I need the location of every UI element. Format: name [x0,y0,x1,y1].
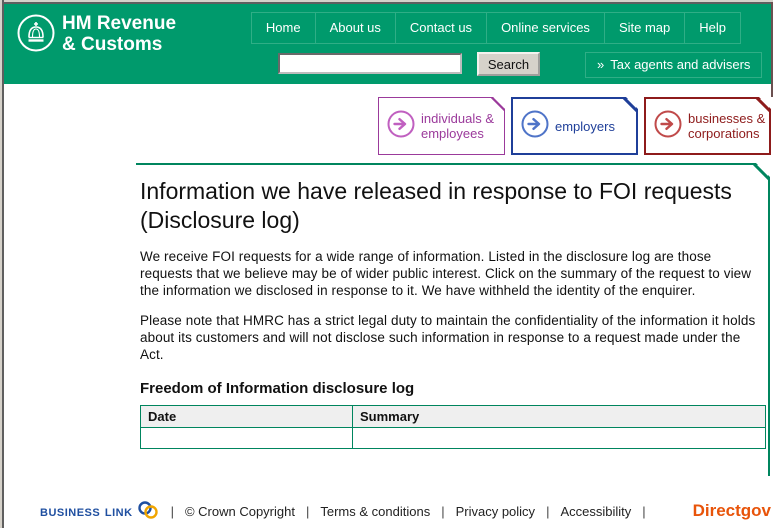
site-header: HM Revenue & Customs Home About us Conta… [4,4,771,84]
audience-box-businesses-corporations[interactable]: businesses & corporations [644,97,771,155]
nav-item-contact-us[interactable]: Contact us [395,12,488,44]
directgov-logo[interactable]: Directgov [693,501,771,521]
arrow-circle-icon [653,109,683,144]
table-row [141,428,766,449]
hmrc-logo-text[interactable]: HM Revenue & Customs [62,13,176,55]
footer-link-crown-copyright[interactable]: © Crown Copyright [185,504,295,519]
audience-box-employers[interactable]: employers [511,97,638,155]
footer-link-privacy-policy[interactable]: Privacy policy [456,504,535,519]
site-footer: Business Link | © Crown Copyright | Term… [40,498,771,524]
business-link-rings-icon [136,500,160,523]
audience-box-label: businesses & corporations [688,111,766,141]
nav-item-about-us[interactable]: About us [315,12,396,44]
column-header-summary: Summary [353,406,766,428]
footer-link-accessibility[interactable]: Accessibility [560,504,631,519]
arrow-circle-icon [520,109,550,144]
hmrc-logo-line1: HM Revenue [62,13,177,34]
table-header-row: Date Summary [141,406,766,428]
page-title: Information we have released in response… [140,178,732,233]
audience-box-individuals-employees[interactable]: individuals & employees [378,97,505,155]
hmrc-page: HM Revenue & Customs Home About us Conta… [0,0,773,528]
confidentiality-paragraph: Please note that HMRC has a strict legal… [140,313,756,362]
table-heading: Freedom of Information disclosure log [140,380,415,397]
arrow-circle-icon [386,109,416,144]
footer-separator: | [546,503,550,519]
table-cell-date [141,428,353,449]
audience-box-label: employers [555,118,615,134]
footer-link-terms-conditions[interactable]: Terms & conditions [320,504,430,519]
content-panel: Information we have released in response… [136,163,770,476]
search-button[interactable]: Search [477,52,540,76]
search-input[interactable] [278,53,462,74]
business-link-logo[interactable]: Business Link [40,500,160,523]
tax-agents-link[interactable]: » Tax agents and advisers [585,52,763,78]
footer-separator: | [170,503,174,519]
table-cell-summary [353,428,766,449]
footer-separator: | [642,503,646,519]
footer-separator: | [305,503,310,519]
tax-agents-label: Tax agents and advisers [610,57,751,72]
nav-item-online-services[interactable]: Online services [487,12,605,44]
disclosure-log-table: Date Summary [140,405,766,449]
nav-item-home[interactable]: Home [250,12,316,44]
column-header-date: Date [141,406,353,428]
top-navigation: Home About us Contact us Online services… [250,12,741,44]
nav-item-help[interactable]: Help [685,12,741,44]
nav-item-site-map[interactable]: Site map [604,12,686,44]
chevron-right-icon: » [597,57,605,72]
intro-paragraph: We receive FOI requests for a wide range… [140,249,752,298]
audience-box-label: individuals & employees [421,111,494,141]
hmrc-logo-line2: & Customs [62,34,163,55]
hmrc-crown-logo-icon[interactable] [16,13,56,53]
footer-separator: | [441,503,445,519]
business-link-label: Business Link [40,502,133,520]
